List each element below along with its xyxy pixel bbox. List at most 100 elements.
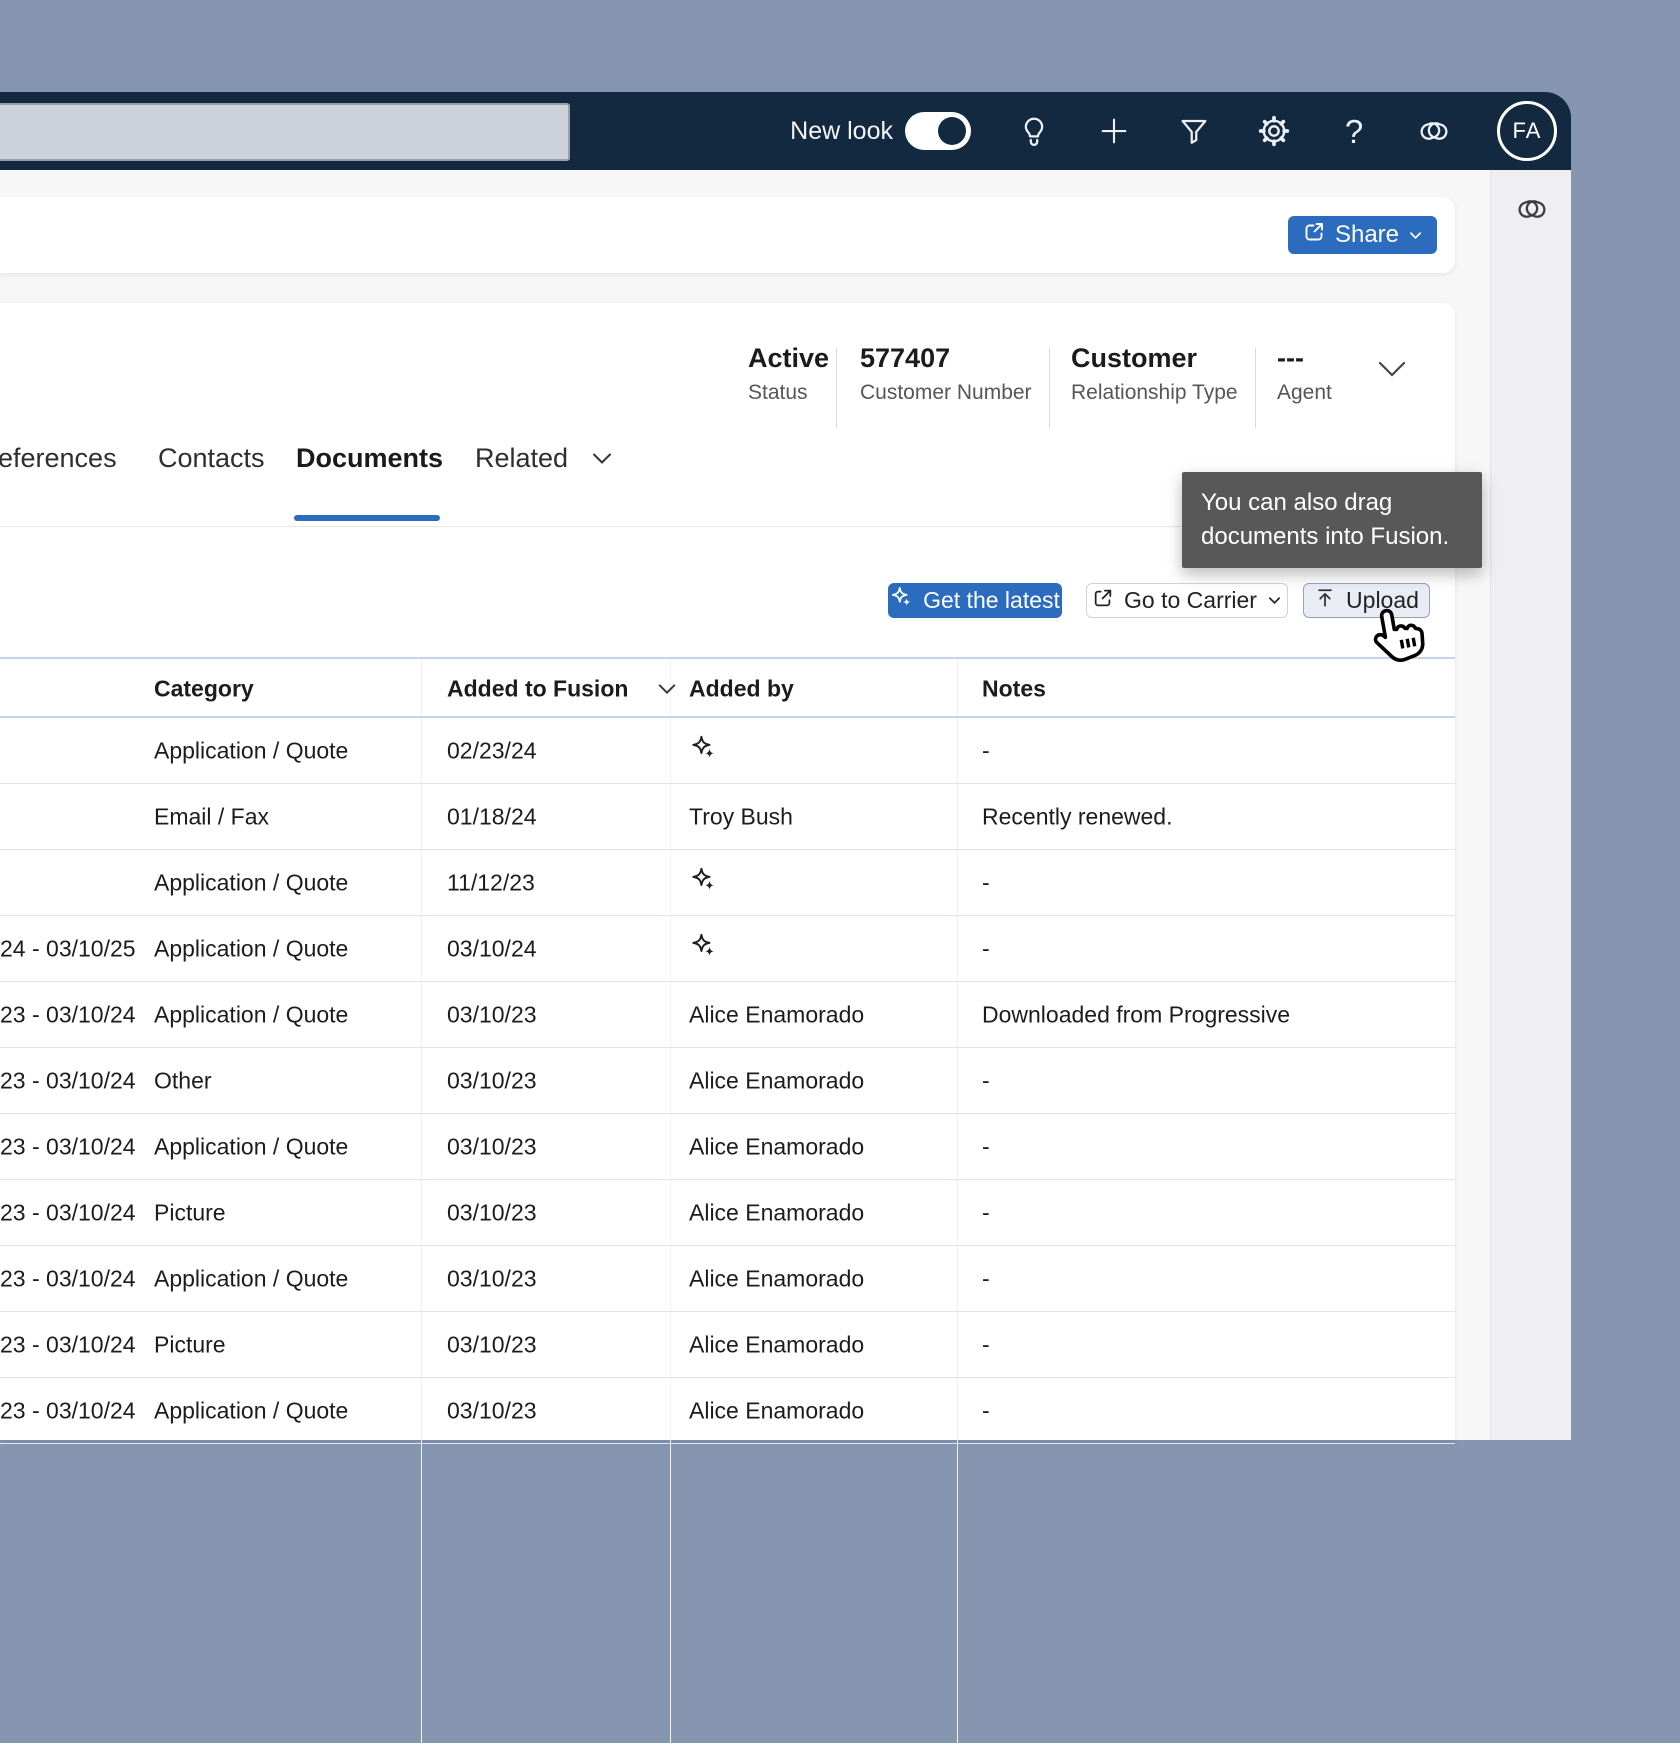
table-row[interactable]: 23 - 03/10/24 Picture 03/10/23 Alice Ena… (0, 1180, 1455, 1246)
copilot-rail-icon[interactable] (1515, 192, 1549, 231)
cell-notes: - (982, 737, 990, 763)
cell-added: 03/10/23 (447, 1133, 537, 1159)
chevron-down-icon (1268, 597, 1280, 605)
cell-category: Application / Quote (154, 869, 349, 895)
cell-added-by: Alice Enamorado (689, 1133, 865, 1159)
cell-added: 01/18/24 (447, 803, 537, 829)
cell-notes: - (982, 1067, 990, 1093)
cell-notes: - (982, 1265, 990, 1291)
summary-agent: --- Agent (1277, 343, 1332, 405)
cell-added: 11/12/23 (447, 869, 535, 895)
cell-term: 23 - 03/10/24 (0, 1133, 136, 1159)
cell-added-by (689, 734, 718, 767)
table-row[interactable]: 23 - 03/10/24 Application / Quote 03/10/… (0, 1246, 1455, 1312)
user-avatar[interactable]: FA (1497, 101, 1557, 161)
go-to-carrier-button[interactable]: Go to Carrier (1086, 583, 1288, 618)
new-look-toggle[interactable] (905, 112, 971, 150)
cell-category: Application / Quote (154, 1265, 349, 1291)
cell-notes: Recently renewed. (982, 803, 1173, 829)
cell-added-by: Alice Enamorado (689, 1397, 865, 1423)
ai-sparkle-icon (689, 933, 718, 964)
summary-customer-number: 577407 Customer Number (860, 343, 1032, 405)
cell-added-by: Alice Enamorado (689, 1199, 865, 1225)
cell-category: Other (154, 1067, 212, 1093)
tab-related[interactable]: Related (475, 443, 614, 474)
cell-category: Application / Quote (154, 1001, 349, 1027)
table-row[interactable]: 23 - 03/10/24 Application / Quote 03/10/… (0, 982, 1455, 1048)
cell-category: Application / Quote (154, 1397, 349, 1423)
cell-added-by (689, 866, 718, 899)
drag-documents-tooltip: You can also drag documents into Fusion. (1182, 472, 1482, 569)
hand-cursor (1368, 604, 1426, 671)
cell-notes: - (982, 1331, 990, 1357)
table-row[interactable]: Application / Quote 02/23/24 - (0, 718, 1455, 784)
cell-notes: - (982, 1397, 990, 1423)
cell-added-by: Alice Enamorado (689, 1331, 865, 1357)
share-button[interactable]: Share (1288, 216, 1437, 254)
added-to-fusion-label: Added to Fusion (447, 675, 629, 701)
tab-references[interactable]: eferences (0, 443, 117, 474)
table-row[interactable]: Email / Fax 01/18/24 Troy Bush Recently … (0, 784, 1455, 850)
cell-term: 24 - 03/10/25 (0, 935, 136, 961)
upload-icon (1314, 587, 1336, 615)
cell-added-by: Alice Enamorado (689, 1067, 865, 1093)
share-icon (1302, 220, 1326, 251)
cell-category: Application / Quote (154, 935, 349, 961)
status-label: Status (748, 381, 808, 404)
tab-related-label: Related (475, 443, 569, 473)
ai-sparkle-icon (689, 735, 718, 766)
cell-term: 23 - 03/10/24 (0, 1199, 136, 1225)
cell-term: 23 - 03/10/24 (0, 1397, 136, 1423)
get-the-latest-label: Get the latest (923, 587, 1060, 613)
column-header-added-by[interactable]: Added by (689, 675, 794, 702)
cell-added-by: Troy Bush (689, 803, 793, 829)
table-row[interactable]: 23 - 03/10/24 Application / Quote 03/10/… (0, 1378, 1455, 1444)
sort-chevron-down-icon[interactable] (656, 681, 678, 696)
cell-added: 02/23/24 (447, 737, 537, 763)
cell-added: 03/10/23 (447, 1265, 537, 1291)
cell-added-by (689, 932, 718, 965)
relationship-type-label: Relationship Type (1071, 381, 1238, 404)
top-navigation-bar: New look ? FA (0, 92, 1571, 170)
tab-contacts[interactable]: Contacts (158, 443, 265, 474)
customer-number-value: 577407 (860, 343, 951, 373)
lightbulb-icon[interactable] (1017, 114, 1051, 148)
table-row[interactable]: Application / Quote 11/12/23 - (0, 850, 1455, 916)
add-icon[interactable] (1097, 114, 1131, 148)
cell-term: 23 - 03/10/24 (0, 1331, 136, 1357)
documents-table-header: Category Added to Fusion Added by Notes (0, 659, 1455, 718)
filter-icon[interactable] (1177, 114, 1211, 148)
column-header-added-to-fusion[interactable]: Added to Fusion (447, 675, 678, 702)
settings-icon[interactable] (1257, 114, 1291, 148)
copilot-icon[interactable] (1417, 114, 1451, 148)
tab-documents[interactable]: Documents (296, 443, 443, 474)
cell-notes: - (982, 1199, 990, 1225)
table-row[interactable]: 24 - 03/10/25 Application / Quote 03/10/… (0, 916, 1455, 982)
collapse-summary-chevron-icon[interactable] (1376, 358, 1408, 385)
help-icon[interactable]: ? (1337, 114, 1371, 148)
cell-notes: - (982, 1133, 990, 1159)
table-row[interactable]: 23 - 03/10/24 Picture 03/10/23 Alice Ena… (0, 1312, 1455, 1378)
column-header-notes[interactable]: Notes (982, 675, 1046, 702)
cell-category: Picture (154, 1331, 226, 1357)
cell-notes: - (982, 935, 990, 961)
cell-added: 03/10/23 (447, 1331, 537, 1357)
cell-notes: - (982, 869, 990, 895)
cell-added: 03/10/23 (447, 1067, 537, 1093)
cell-term: 23 - 03/10/24 (0, 1265, 136, 1291)
get-the-latest-button[interactable]: Get the latest (888, 583, 1062, 618)
column-header-category[interactable]: Category (154, 675, 254, 702)
sparkle-icon (890, 586, 913, 615)
table-row[interactable]: 23 - 03/10/24 Other 03/10/23 Alice Enamo… (0, 1048, 1455, 1114)
divider (836, 348, 837, 428)
cell-added: 03/10/23 (447, 1001, 537, 1027)
status-value: Active (748, 343, 830, 373)
relationship-type-value: Customer (1071, 343, 1198, 373)
agent-label: Agent (1277, 381, 1332, 404)
cell-added-by: Alice Enamorado (689, 1001, 865, 1027)
divider (1255, 348, 1256, 428)
cell-added: 03/10/23 (447, 1199, 537, 1225)
table-row[interactable]: 23 - 03/10/24 Application / Quote 03/10/… (0, 1114, 1455, 1180)
summary-status: Active Status (748, 343, 829, 405)
global-search-input[interactable] (0, 103, 570, 161)
